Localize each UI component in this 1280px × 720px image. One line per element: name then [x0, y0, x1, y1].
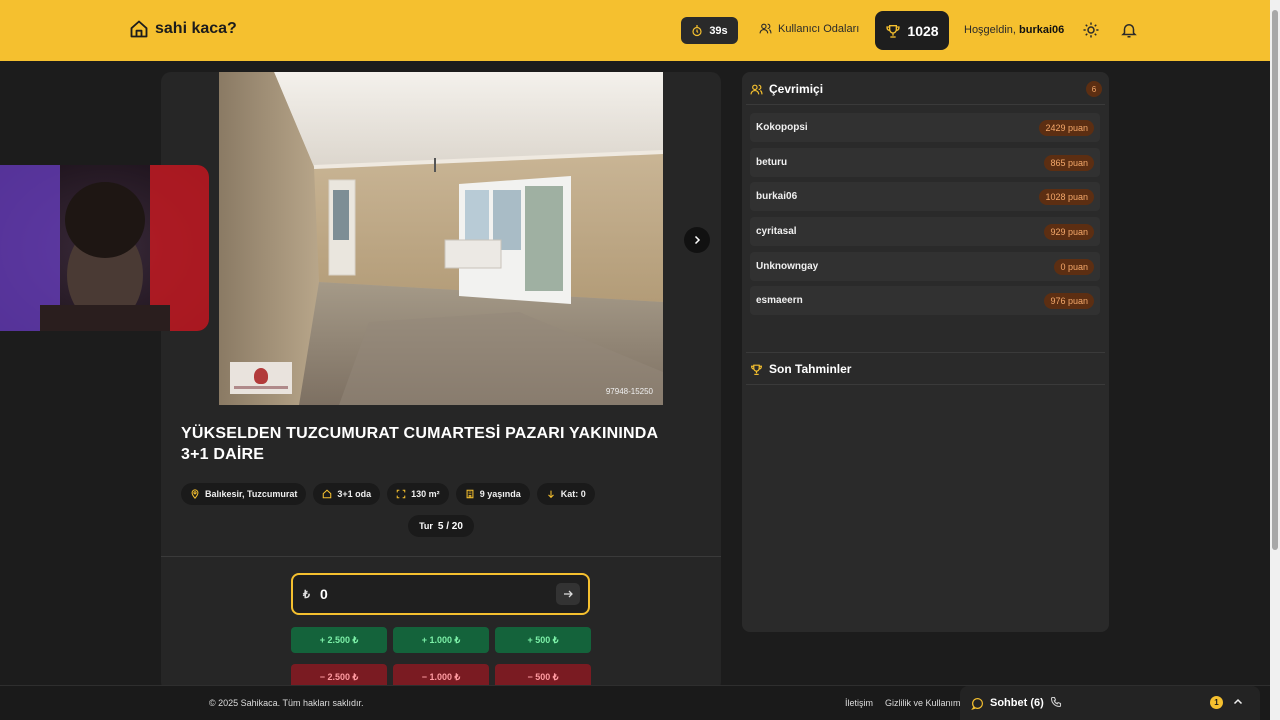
listing-code: 97948-15250 — [605, 387, 653, 396]
round-value: 5 / 20 — [437, 520, 463, 532]
trophy-icon — [886, 24, 901, 38]
online-user-score: 976 puan — [1044, 292, 1094, 309]
brand-logo[interactable]: sahi kaca? — [129, 19, 237, 39]
section-divider — [161, 556, 721, 557]
location-value: Balıkesir, Tuzcumurat — [205, 489, 298, 499]
welcome-username: burkai06 — [1019, 24, 1065, 36]
rooms-value: 3+1 oda — [337, 489, 372, 499]
increase-1000-button[interactable]: + 1.000 ₺ — [393, 627, 489, 653]
price-guess-field[interactable]: ₺ — [291, 573, 590, 615]
scrollbar-thumb[interactable] — [1272, 10, 1278, 550]
online-user-row[interactable]: cyritasal 929 puan — [750, 217, 1100, 246]
recent-divider — [746, 384, 1105, 385]
next-photo-button[interactable] — [684, 227, 710, 253]
round-timer: 39s — [681, 17, 738, 44]
brand-name: sahi kaca? — [155, 20, 237, 37]
online-user-score: 865 puan — [1044, 154, 1094, 171]
rooms-chip: 3+1 oda — [313, 483, 381, 505]
chat-label: Sohbet (6) — [990, 697, 1044, 709]
online-title: Çevrimiçi — [769, 82, 824, 96]
online-user-score: 0 puan — [1054, 258, 1094, 275]
online-user-name: Kokopopsi — [756, 122, 808, 133]
sun-icon[interactable] — [1082, 21, 1100, 39]
copyright-text: © 2025 Sahikaca. Tüm hakları saklıdır. — [209, 698, 364, 708]
online-user-name: beturu — [756, 157, 788, 168]
online-count-badge: 6 — [1086, 81, 1102, 97]
building-icon — [466, 489, 474, 499]
online-user-name: esmaeern — [756, 295, 803, 306]
chevron-up-icon[interactable] — [1232, 696, 1244, 708]
map-pin-icon — [191, 489, 199, 499]
contact-link[interactable]: İletişim — [845, 698, 873, 708]
online-divider — [746, 104, 1105, 105]
chat-dock[interactable]: Sohbet (6) 1 — [960, 686, 1260, 720]
user-rooms-link[interactable]: Kullanıcı Odaları — [759, 22, 859, 35]
agency-logo-watermark — [230, 362, 292, 394]
online-user-score: 929 puan — [1044, 223, 1094, 240]
timer-value: 39s — [709, 24, 728, 37]
floor-value: Kat: 0 — [560, 489, 586, 499]
online-user-row[interactable]: burkai06 1028 puan — [750, 182, 1100, 211]
age-chip: 9 yaşında — [455, 483, 530, 505]
area-chip: 130 m² — [387, 483, 449, 505]
bell-icon[interactable] — [1120, 21, 1138, 39]
chat-unread-badge: 1 — [1210, 696, 1223, 709]
recent-guesses-header: Son Tahminler — [750, 362, 851, 376]
round-label: Tur — [419, 521, 433, 531]
arrow-right-icon — [564, 590, 573, 598]
listing-photo[interactable]: 97948-15250 — [219, 72, 663, 405]
home-icon — [130, 20, 148, 38]
expand-icon — [396, 489, 406, 499]
users-icon — [750, 84, 763, 94]
top-header: sahi kaca? 39s Kullanıcı Odaları 1028 Ho… — [0, 0, 1270, 61]
online-user-row[interactable]: Kokopopsi 2429 puan — [750, 113, 1100, 142]
online-user-score: 2429 puan — [1039, 119, 1094, 136]
listing-attributes: Balıkesir, Tuzcumurat 3+1 oda 130 m² 9 y… — [181, 483, 595, 505]
stopwatch-icon — [692, 24, 702, 36]
webcam-feed — [0, 165, 209, 331]
chevron-right-icon — [694, 235, 701, 245]
recent-guesses-title: Son Tahminler — [769, 362, 852, 376]
round-indicator: Tur 5 / 20 — [408, 515, 474, 537]
listing-title: YÜKSELDEN TUZCUMURAT CUMARTESİ PAZARI YA… — [181, 425, 658, 463]
increase-2500-button[interactable]: + 2.500 ₺ — [291, 627, 387, 653]
age-value: 9 yaşında — [479, 489, 521, 499]
welcome-text: Hoşgeldin, burkai06 — [964, 24, 1064, 36]
online-user-name: burkai06 — [756, 191, 798, 202]
floor-chip: Kat: 0 — [536, 483, 595, 505]
webcam-overlay — [0, 165, 209, 331]
submit-guess-button[interactable] — [556, 583, 580, 605]
recent-divider-top — [746, 352, 1105, 353]
user-rooms-label: Kullanıcı Odaları — [778, 22, 860, 35]
online-header: Çevrimiçi — [750, 82, 823, 96]
users-icon — [759, 23, 772, 34]
online-user-name: cyritasal — [756, 226, 797, 237]
arrow-down-icon — [547, 490, 554, 499]
room-photo — [219, 72, 663, 405]
location-chip: Balıkesir, Tuzcumurat — [181, 483, 307, 505]
online-user-row[interactable]: esmaeern 976 puan — [750, 286, 1100, 315]
online-user-row[interactable]: beturu 865 puan — [750, 148, 1100, 177]
online-user-row[interactable]: Unknowngay 0 puan — [750, 252, 1100, 281]
online-user-score: 1028 puan — [1039, 188, 1094, 205]
online-user-name: Unknowngay — [756, 261, 819, 272]
privacy-link[interactable]: Gizlilik ve Kullanım — [885, 698, 961, 708]
welcome-prefix: Hoşgeldin, — [964, 24, 1016, 36]
trophy-icon — [751, 364, 762, 375]
chat-bubble-icon — [971, 697, 983, 710]
page-scrollbar[interactable] — [1270, 0, 1280, 720]
price-guess-input[interactable] — [320, 586, 550, 602]
phone-icon[interactable] — [1050, 696, 1062, 708]
user-score-value: 1028 — [907, 22, 939, 39]
increase-buttons: + 2.500 ₺ + 1.000 ₺ + 500 ₺ — [291, 627, 591, 653]
home-icon — [323, 489, 332, 499]
user-score-badge[interactable]: 1028 — [875, 11, 949, 50]
increase-500-button[interactable]: + 500 ₺ — [495, 627, 591, 653]
area-value: 130 m² — [411, 489, 440, 499]
currency-symbol: ₺ — [303, 588, 310, 601]
